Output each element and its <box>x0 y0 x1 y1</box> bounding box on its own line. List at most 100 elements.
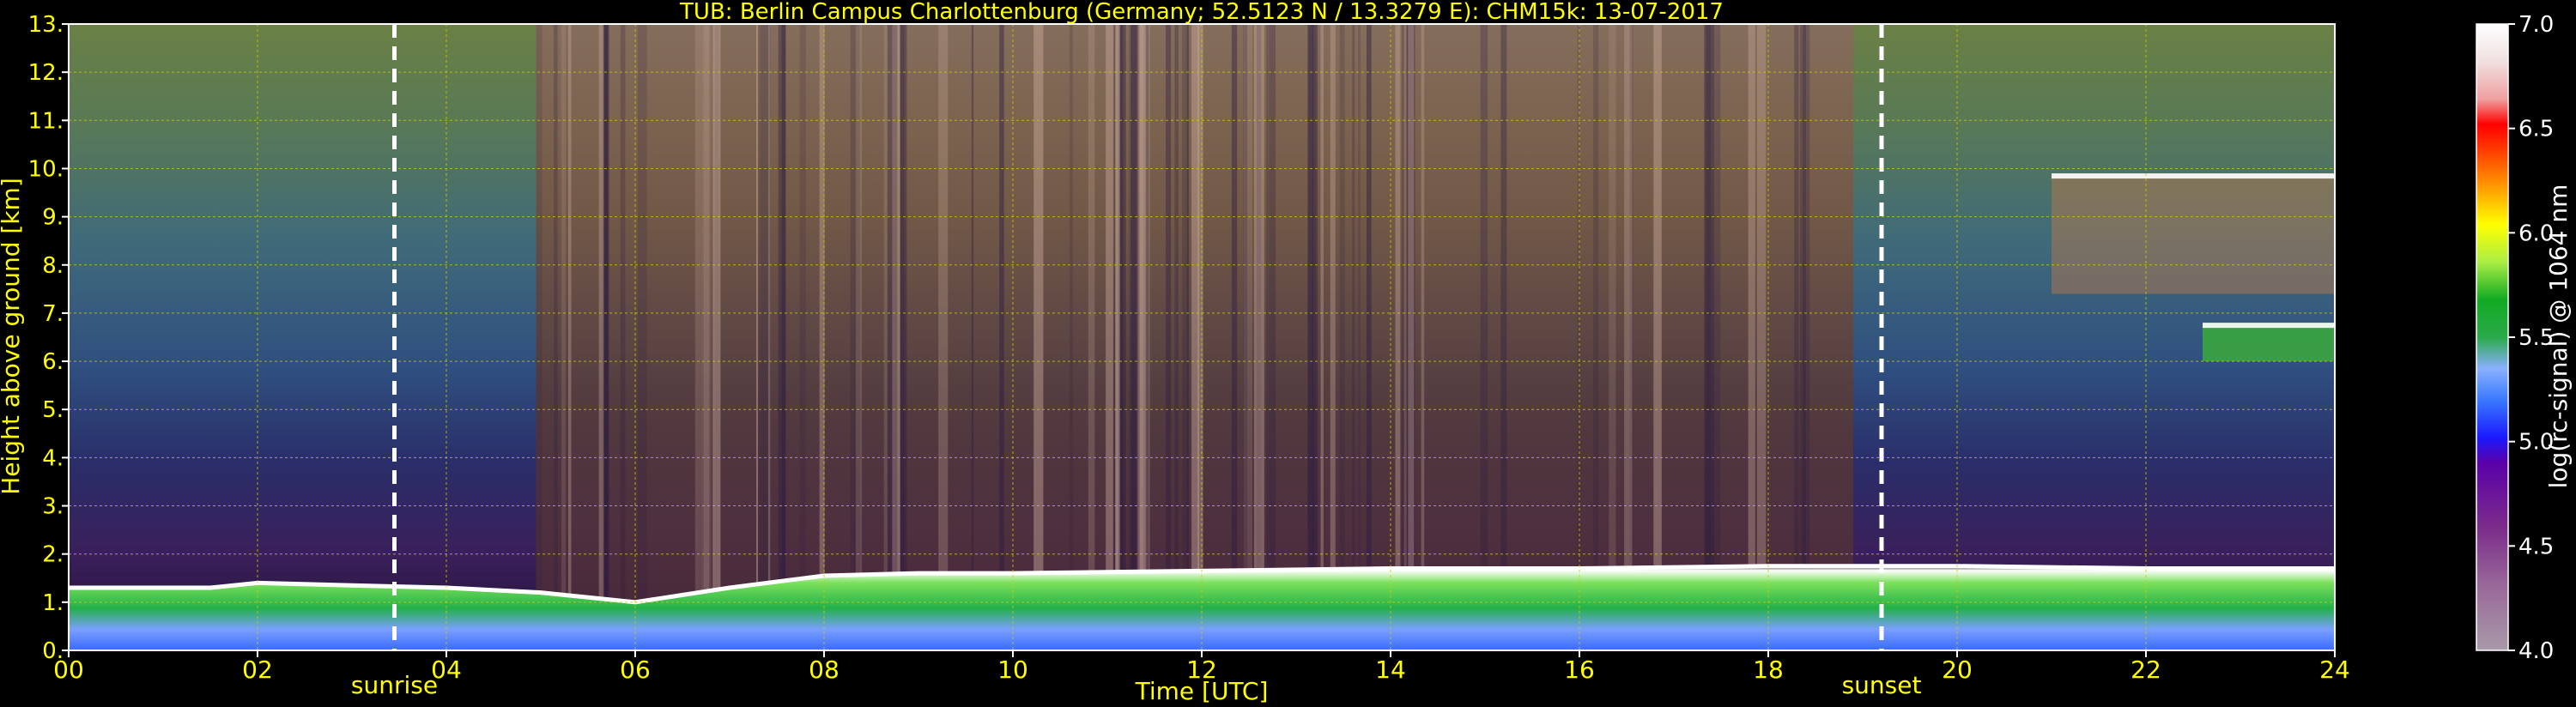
sunset-label: sunset <box>1842 671 1922 699</box>
colorbar: 4.04.55.05.56.06.57.0 log(rc-signal) @ 1… <box>2476 12 2573 664</box>
noise-streak <box>1186 24 1190 650</box>
x-tick-label: 14 <box>1375 656 1406 684</box>
noise-streak <box>799 24 806 650</box>
noise-streak <box>1624 24 1633 650</box>
noise-streak <box>1266 24 1269 650</box>
noise-streak <box>1231 24 1238 650</box>
noise-streak <box>1609 24 1616 650</box>
noise-streak <box>1069 24 1074 650</box>
noise-streak <box>1253 24 1264 650</box>
plot-area <box>69 24 2335 650</box>
noise-streak <box>1116 24 1118 650</box>
noise-streak <box>1366 24 1372 650</box>
y-tick-label: 2. <box>42 542 64 568</box>
noise-streak <box>567 24 572 650</box>
y-tick-label: 11. <box>28 108 64 134</box>
noise-streak <box>938 24 949 650</box>
noise-streak <box>1330 24 1336 650</box>
noise-streak <box>778 24 786 650</box>
lidar-quicklook-chart: TUB: Berlin Campus Charlottenburg (Germa… <box>0 0 2573 705</box>
noise-streak <box>1358 24 1361 650</box>
noise-streak <box>703 24 712 650</box>
y-axis-ticks: 0. 1. 2. 3. 4. 5. 6. 7. 8. 9. 10. 11. 12. 13. <box>28 12 69 664</box>
noise-streak <box>554 24 558 650</box>
x-tick-label: 18 <box>1753 656 1784 684</box>
chart-title: TUB: Berlin Campus Charlottenburg (Germa… <box>679 0 1724 25</box>
noise-streak <box>694 24 701 650</box>
noise-streak <box>561 24 567 650</box>
noise-streak <box>1166 24 1172 650</box>
x-axis-label: Time [UTC] <box>1135 677 1269 705</box>
noise-streak <box>1713 24 1721 650</box>
colorbar-tick-label: 4.0 <box>2518 638 2554 664</box>
noise-streak <box>603 24 609 650</box>
cloud-layer <box>2203 323 2335 362</box>
noise-streak <box>1106 24 1113 650</box>
noise-streak <box>1408 24 1415 650</box>
noise-streak <box>971 24 974 650</box>
sunrise-label: sunrise <box>351 671 438 699</box>
noise-streak <box>1794 24 1799 650</box>
noise-streak <box>1803 24 1810 650</box>
noise-streak <box>536 24 542 650</box>
noise-streak <box>1033 24 1044 650</box>
y-tick-label: 1. <box>42 590 64 616</box>
noise-streak <box>1174 24 1179 650</box>
noise-streak <box>1480 24 1488 650</box>
noise-streak <box>1128 24 1138 650</box>
cloud-top <box>2052 173 2335 179</box>
x-tick-label: 24 <box>2319 656 2350 684</box>
y-tick-label: 7. <box>42 301 64 327</box>
noise-streak <box>1243 24 1248 650</box>
noise-streak <box>712 24 721 650</box>
noise-streak <box>758 24 761 650</box>
x-tick-label: 08 <box>809 656 839 684</box>
colorbar-scale <box>2476 24 2508 650</box>
noise-streak <box>1352 24 1355 650</box>
x-tick-label: 06 <box>620 656 651 684</box>
noise-streak <box>1593 24 1599 650</box>
noise-streak <box>883 24 888 650</box>
y-tick-label: 8. <box>42 253 64 279</box>
y-tick-label: 12. <box>28 60 64 86</box>
y-tick-label: 13. <box>28 12 64 38</box>
noise-streak <box>1706 24 1712 650</box>
x-tick-label: 02 <box>242 656 273 684</box>
noise-streak <box>637 24 647 650</box>
x-tick-label: 16 <box>1564 656 1595 684</box>
cloud-layer <box>2052 173 2335 294</box>
y-tick-label: 0. <box>42 638 64 664</box>
y-axis-label: Height above ground [km] <box>0 178 25 495</box>
noise-streak <box>855 24 863 650</box>
noise-streak <box>887 24 898 650</box>
y-tick-label: 4. <box>42 445 64 471</box>
noise-streak <box>1653 24 1662 650</box>
y-tick-label: 5. <box>42 397 64 423</box>
colorbar-tick-label: 4.5 <box>2518 534 2554 559</box>
colorbar-tick-label: 6.5 <box>2518 117 2554 142</box>
y-tick-label: 9. <box>42 205 64 231</box>
noise-streak <box>900 24 907 650</box>
noise-streak <box>1748 24 1755 650</box>
x-tick-label: 10 <box>997 656 1028 684</box>
colorbar-tick-label: 7.0 <box>2518 12 2554 38</box>
noise-streak <box>756 24 759 650</box>
noise-streak <box>1320 24 1324 650</box>
noise-streak <box>1145 24 1149 650</box>
noise-streak <box>1088 24 1095 650</box>
x-tick-label: 20 <box>1942 656 1973 684</box>
cloud-top <box>2203 323 2335 329</box>
y-tick-label: 10. <box>28 156 64 182</box>
noise-streak <box>1308 24 1316 650</box>
noise-streak <box>1269 24 1276 650</box>
noise-streak <box>1500 24 1507 650</box>
x-tick-label: 22 <box>2131 656 2161 684</box>
noise-streak <box>1421 24 1425 650</box>
noise-streak <box>1197 24 1203 650</box>
noise-streak <box>1756 24 1767 650</box>
noise-streak <box>1136 24 1144 650</box>
colorbar-label: log(rc-signal) @ 1064 nm <box>2544 184 2573 489</box>
y-tick-label: 6. <box>42 349 64 375</box>
y-tick-label: 3. <box>42 494 64 520</box>
noise-streak <box>999 24 1004 650</box>
